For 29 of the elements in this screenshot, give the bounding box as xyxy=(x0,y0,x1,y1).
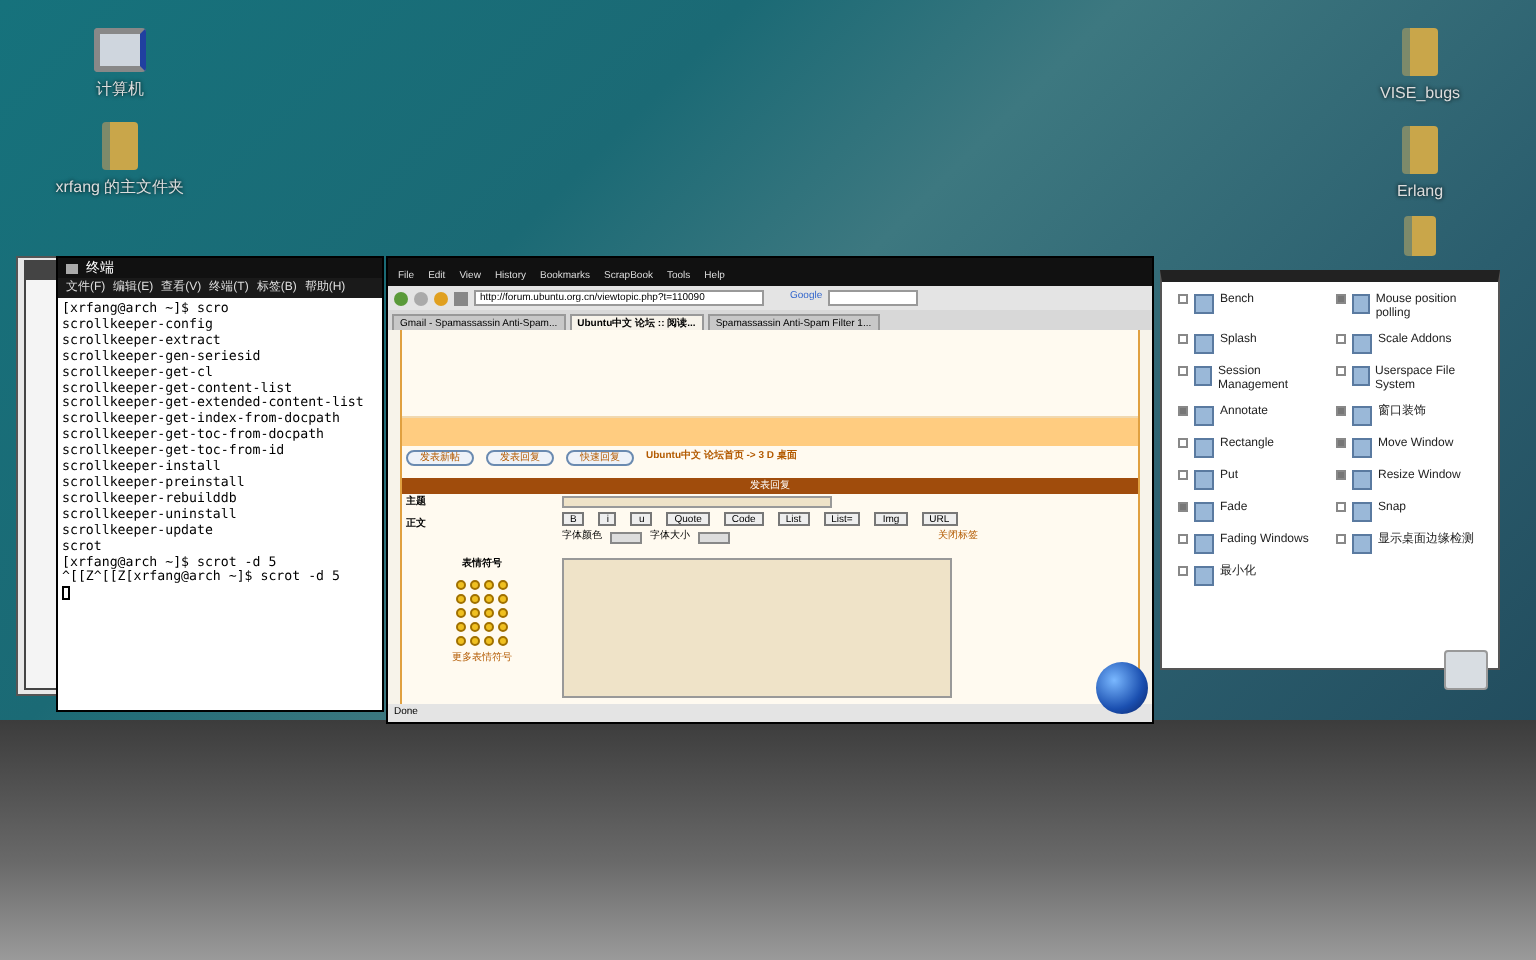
checkbox[interactable] xyxy=(1178,502,1188,512)
icon-label[interactable]: Erlang xyxy=(1396,180,1444,204)
checkbox[interactable] xyxy=(1178,366,1188,376)
checkbox[interactable] xyxy=(1178,566,1188,576)
checkbox[interactable] xyxy=(1178,294,1188,304)
icon-label[interactable]: xrfang 的主文件夹 xyxy=(55,176,185,200)
font-color-select[interactable] xyxy=(610,531,642,544)
checkbox[interactable] xyxy=(1336,438,1346,448)
checkbox[interactable] xyxy=(1178,406,1188,416)
checkbox[interactable] xyxy=(1336,534,1346,544)
checkbox[interactable] xyxy=(1178,470,1188,480)
font-size-select[interactable] xyxy=(698,531,730,544)
message-textarea[interactable] xyxy=(562,557,952,697)
checkbox[interactable] xyxy=(1336,366,1346,376)
computer-icon[interactable] xyxy=(94,28,146,72)
checkbox[interactable] xyxy=(1336,294,1346,304)
checkbox[interactable] xyxy=(1336,406,1346,416)
checkbox[interactable] xyxy=(1178,534,1188,544)
icon-label[interactable]: VISE_bugs xyxy=(1379,82,1461,106)
checkbox[interactable] xyxy=(1336,470,1346,480)
checkbox[interactable] xyxy=(1178,438,1188,448)
search-field[interactable] xyxy=(828,290,919,306)
subject-field[interactable] xyxy=(562,496,832,508)
checkbox[interactable] xyxy=(1178,334,1188,344)
checkbox[interactable] xyxy=(1336,502,1346,512)
icon-label[interactable]: 计算机 xyxy=(96,78,144,102)
terminal-icon xyxy=(66,263,78,273)
checkbox[interactable] xyxy=(1336,334,1346,344)
text-cursor xyxy=(62,586,70,601)
